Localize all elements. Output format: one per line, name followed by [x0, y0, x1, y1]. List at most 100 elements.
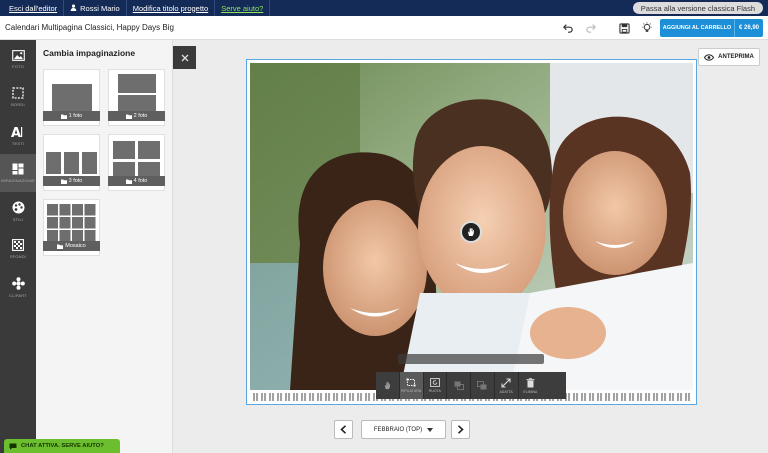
chevron-left-icon — [340, 425, 347, 434]
folder-icon — [60, 114, 67, 119]
layout-caption: 1 foto — [43, 111, 100, 121]
edit-title-link[interactable]: Modifica titolo progetto — [127, 0, 216, 16]
tool-bring-forward[interactable] — [447, 372, 471, 399]
tool-crop[interactable]: RIFILATURA — [399, 372, 424, 399]
month-select[interactable]: FEBBRAIO (TOP) — [361, 420, 446, 439]
svg-text:A: A — [11, 126, 21, 138]
user-name: Rossi Mario — [80, 3, 120, 13]
help-link[interactable]: Serve aiuto? — [215, 0, 271, 16]
previous-page-button[interactable] — [334, 420, 353, 439]
hand-icon — [468, 228, 474, 236]
top-navigation-bar: Esci dall'editor Rossi Mario Modifica ti… — [0, 0, 768, 16]
expand-icon — [501, 377, 511, 388]
layout-preview — [82, 152, 97, 174]
layout-caption: 3 foto — [43, 176, 100, 186]
layout-preview — [118, 74, 156, 93]
layout-preview — [52, 84, 92, 113]
mosaic-grid-lines — [47, 204, 96, 242]
preview-button[interactable]: ANTEPRIMA — [698, 48, 760, 66]
layout-option-3-foto[interactable]: 3 foto — [43, 134, 100, 191]
tool-label: RIFILATURA — [401, 389, 422, 393]
sidebar-item-sfondi[interactable]: SFONDI — [0, 230, 36, 268]
add-to-cart-label: AGGIUNGI AL CARRELLO — [662, 25, 732, 31]
layout-option-1-foto[interactable]: 1 foto — [43, 69, 100, 126]
sidebar-label-bordi: BORDI — [11, 102, 25, 107]
cart-price: € 26,90 — [734, 19, 763, 37]
background-icon — [12, 239, 24, 251]
layout-preview — [46, 152, 61, 174]
rotate-icon — [430, 378, 440, 387]
clipart-icon — [11, 276, 25, 290]
layout-option-4-foto[interactable]: 4 foto — [108, 134, 165, 191]
chat-label: CHAT ATTIVA. SERVE AIUTO? — [21, 443, 104, 449]
sidebar-label-stili: STILI — [12, 216, 24, 222]
layout-label: 3 foto — [68, 178, 83, 184]
palette-icon — [12, 201, 24, 213]
chat-button[interactable]: CHAT ATTIVA. SERVE AIUTO? — [4, 439, 120, 453]
undo-icon[interactable] — [560, 20, 576, 36]
tool-move[interactable] — [376, 372, 400, 399]
sidebar-item-impaginazione[interactable]: IMPAGINAZIONE — [0, 154, 36, 192]
eye-icon — [704, 53, 715, 61]
sidebar-label-foto: FOTO — [12, 63, 24, 69]
hand-icon — [384, 381, 391, 390]
folder-icon — [125, 179, 132, 184]
layout-option-2-foto[interactable]: 2 foto — [108, 69, 165, 126]
layout-caption: 2 foto — [108, 111, 165, 121]
sidebar-label-clipart: CLIPART — [9, 292, 27, 298]
layout-caption: Mosaico — [43, 241, 100, 251]
sidebar-item-testi[interactable]: A TESTI — [0, 116, 36, 154]
month-label: FEBBRAIO (TOP) — [373, 426, 423, 433]
preview-label: ANTEPRIMA — [718, 54, 754, 60]
layout-preview — [113, 141, 135, 159]
layout-caption: 4 foto — [108, 176, 165, 186]
tool-label: ADATTA — [499, 389, 513, 394]
layout-label: Mosaico — [65, 243, 86, 249]
sidebar-label-testi: TESTI — [11, 140, 25, 146]
exit-editor-link[interactable]: Esci dall'editor — [0, 0, 65, 16]
layout-icon — [12, 163, 24, 175]
chevron-down-icon — [427, 427, 434, 432]
add-to-cart-button[interactable]: AGGIUNGI AL CARRELLO € 26,90 — [660, 19, 763, 37]
layout-option-mosaico[interactable]: Mosaico — [43, 199, 100, 256]
layout-panel: Cambia impaginazione 1 foto 2 foto 3 fot… — [36, 40, 173, 453]
sidebar-item-foto[interactable]: FOTO — [0, 40, 36, 78]
chevron-right-icon — [457, 425, 464, 434]
close-icon — [181, 54, 188, 61]
layout-preview — [64, 152, 79, 174]
tool-delete[interactable]: ELIMINA — [519, 372, 543, 399]
image-toolbar: RIFILATURA RUOTA ADATTA ELIMINA — [376, 372, 566, 399]
sidebar-label-sfondi: SFONDI — [9, 254, 27, 259]
tool-sidebar: FOTO BORDI A TESTI IMPAGINAZIONE STILI S… — [0, 40, 36, 453]
next-page-button[interactable] — [451, 420, 470, 439]
user-icon — [70, 4, 77, 13]
chat-bubble-icon — [9, 443, 17, 450]
close-panel-button[interactable] — [173, 46, 196, 69]
tool-fit[interactable]: ADATTA — [495, 372, 519, 399]
layout-label: 1 foto — [68, 113, 83, 119]
border-icon — [12, 87, 24, 99]
flash-version-button[interactable]: Passa alla versione classica Flash — [632, 2, 763, 14]
image-zoom-slider[interactable] — [398, 354, 544, 364]
move-handle[interactable] — [460, 221, 482, 243]
crop-icon — [406, 378, 416, 387]
sidebar-label-impaginazione: IMPAGINAZIONE — [0, 178, 36, 183]
folder-icon — [125, 114, 132, 119]
layout-label: 2 foto — [133, 113, 148, 119]
layout-label: 4 foto — [133, 178, 148, 184]
tool-send-backward[interactable] — [471, 372, 495, 399]
user-account[interactable]: Rossi Mario — [64, 0, 127, 16]
sidebar-item-stili[interactable]: STILI — [0, 192, 36, 230]
tool-rotate[interactable]: RUOTA — [424, 372, 448, 399]
bring-forward-icon — [454, 381, 464, 390]
send-backward-icon — [477, 381, 487, 390]
redo-icon[interactable] — [583, 20, 599, 36]
sidebar-item-clipart[interactable]: CLIPART — [0, 268, 36, 306]
tips-lightbulb-icon[interactable] — [639, 20, 655, 36]
save-icon[interactable] — [616, 20, 632, 36]
folder-icon — [60, 179, 67, 184]
tool-label: RUOTA — [428, 389, 441, 393]
project-title: Calendari Multipagina Classici, Happy Da… — [5, 23, 174, 32]
layout-preview — [138, 141, 160, 159]
sidebar-item-bordi[interactable]: BORDI — [0, 78, 36, 116]
